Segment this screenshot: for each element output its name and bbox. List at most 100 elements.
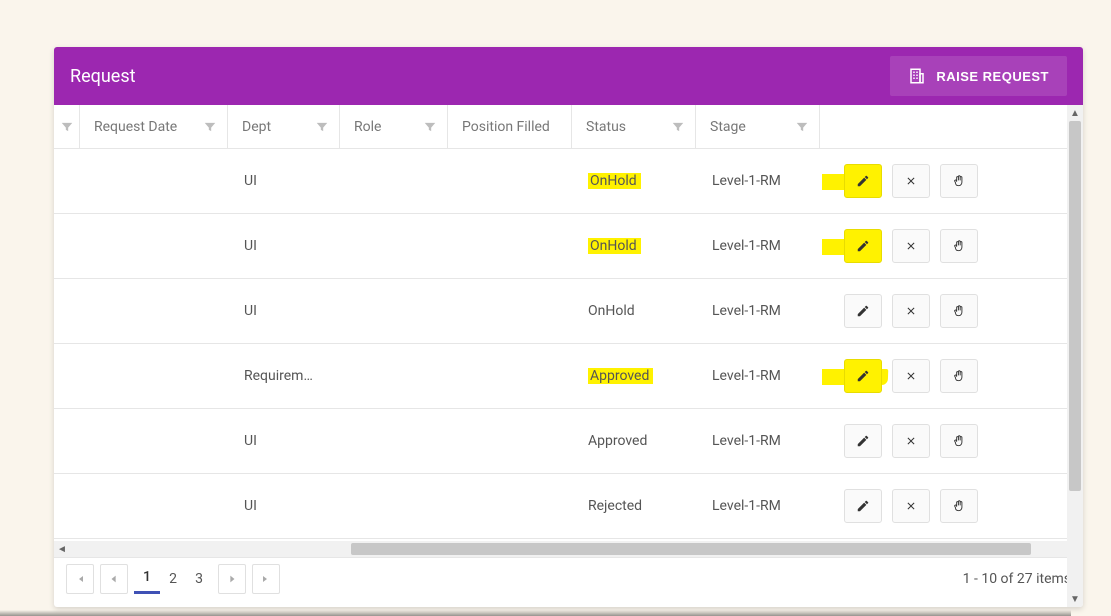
cell-actions xyxy=(822,164,1068,198)
column-position-filled[interactable]: Position Filled xyxy=(448,105,572,148)
building-icon xyxy=(908,67,926,85)
pencil-icon xyxy=(856,174,870,188)
scroll-thumb[interactable] xyxy=(1069,121,1081,491)
column-label: Position Filled xyxy=(462,119,561,135)
cell-dept: UI xyxy=(230,173,342,189)
hand-icon xyxy=(952,239,966,253)
page-title: Request xyxy=(70,66,136,87)
column-stage[interactable]: Stage xyxy=(696,105,820,148)
vertical-scrollbar[interactable]: ▲ ▼ xyxy=(1067,105,1083,607)
delete-button[interactable] xyxy=(892,359,930,393)
grab-button[interactable] xyxy=(940,489,978,523)
column-request-date[interactable]: Request Date xyxy=(80,105,228,148)
scroll-thumb[interactable] xyxy=(351,543,1031,555)
grab-button[interactable] xyxy=(940,294,978,328)
cell-actions xyxy=(822,424,1068,458)
edit-button[interactable] xyxy=(844,359,882,393)
pencil-icon xyxy=(856,304,870,318)
cell-stage: Level-1-RM xyxy=(698,368,822,384)
filter-icon[interactable] xyxy=(60,120,74,134)
column-dept[interactable]: Dept xyxy=(228,105,340,148)
filter-icon[interactable] xyxy=(315,120,329,134)
horizontal-scrollbar[interactable]: ◄ ► xyxy=(54,541,1083,557)
pager-page-2[interactable]: 2 xyxy=(160,564,186,594)
pencil-icon xyxy=(856,434,870,448)
scroll-track[interactable] xyxy=(71,541,1066,557)
cell-stage: Level-1-RM xyxy=(698,498,822,514)
pager-summary: 1 - 10 of 27 items xyxy=(963,571,1071,587)
close-icon xyxy=(905,305,917,317)
table-row: UIRejectedLevel-1-RM xyxy=(54,474,1083,539)
pager-last-button[interactable] xyxy=(252,564,280,594)
pager-page-1[interactable]: 1 xyxy=(134,564,160,594)
edit-button[interactable] xyxy=(844,294,882,328)
table-row: UI ApprovedLevel-1-RM xyxy=(54,409,1083,474)
column-lead[interactable] xyxy=(54,105,80,148)
cell-actions xyxy=(822,489,1068,523)
cell-status: Rejected xyxy=(574,498,698,514)
edit-button[interactable] xyxy=(844,424,882,458)
pencil-icon xyxy=(856,239,870,253)
request-card: Request RAISE REQUEST Request Date xyxy=(54,47,1083,607)
cell-status: Approved xyxy=(574,368,698,384)
cell-stage: Level-1-RM xyxy=(698,303,822,319)
card-header: Request RAISE REQUEST xyxy=(54,47,1083,105)
raise-request-label: RAISE REQUEST xyxy=(936,69,1049,84)
close-icon xyxy=(905,500,917,512)
grid-area: Request Date Dept Role Position Filled xyxy=(54,105,1083,607)
cell-status: OnHold xyxy=(574,303,698,319)
edit-button[interactable] xyxy=(844,164,882,198)
column-role[interactable]: Role xyxy=(340,105,448,148)
cell-dept: UI xyxy=(230,433,342,449)
hand-icon xyxy=(952,434,966,448)
hand-icon xyxy=(952,369,966,383)
delete-button[interactable] xyxy=(892,489,930,523)
close-icon xyxy=(905,435,917,447)
grab-button[interactable] xyxy=(940,229,978,263)
filter-icon[interactable] xyxy=(795,120,809,134)
table-row: UI OnHoldLevel-1-RM xyxy=(54,149,1083,214)
grab-button[interactable] xyxy=(940,359,978,393)
close-icon xyxy=(905,175,917,187)
edit-button[interactable] xyxy=(844,489,882,523)
column-actions xyxy=(820,105,1066,148)
column-label: Role xyxy=(354,119,423,135)
pager-next-button[interactable] xyxy=(218,564,246,594)
scroll-down-icon[interactable]: ▼ xyxy=(1067,591,1083,607)
delete-button[interactable] xyxy=(892,294,930,328)
grab-button[interactable] xyxy=(940,164,978,198)
delete-button[interactable] xyxy=(892,424,930,458)
cell-stage: Level-1-RM xyxy=(698,433,822,449)
scroll-track[interactable] xyxy=(1067,121,1083,591)
pager-prev-button[interactable] xyxy=(100,564,128,594)
cell-status: OnHold xyxy=(574,173,698,189)
scroll-up-icon[interactable]: ▲ xyxy=(1067,105,1083,121)
cell-dept: UI xyxy=(230,238,342,254)
grab-button[interactable] xyxy=(940,424,978,458)
column-label: Dept xyxy=(242,119,315,135)
pager-page-3[interactable]: 3 xyxy=(186,564,212,594)
hand-icon xyxy=(952,499,966,513)
delete-button[interactable] xyxy=(892,229,930,263)
grid-body: UIOnHoldLevel-1-RMUIOnHoldLevel-1-RMUIOn… xyxy=(54,149,1083,541)
pencil-icon xyxy=(856,499,870,513)
column-status[interactable]: Status xyxy=(572,105,696,148)
delete-button[interactable] xyxy=(892,164,930,198)
close-icon xyxy=(905,370,917,382)
cell-status: Approved xyxy=(574,433,698,449)
scroll-left-icon[interactable]: ◄ xyxy=(54,541,70,557)
raise-request-button[interactable]: RAISE REQUEST xyxy=(890,56,1067,96)
table-row: UIOnHoldLevel-1-RM xyxy=(54,279,1083,344)
column-label: Request Date xyxy=(94,119,203,135)
cell-status: OnHold xyxy=(574,238,698,254)
filter-icon[interactable] xyxy=(203,120,217,134)
filter-icon[interactable] xyxy=(423,120,437,134)
close-icon xyxy=(905,240,917,252)
filter-icon[interactable] xyxy=(671,120,685,134)
pager-first-button[interactable] xyxy=(66,564,94,594)
cell-actions xyxy=(822,229,1068,263)
cell-stage: Level-1-RM xyxy=(698,173,822,189)
cell-dept: Requirem… xyxy=(230,368,342,384)
cell-stage: Level-1-RM xyxy=(698,238,822,254)
edit-button[interactable] xyxy=(844,229,882,263)
